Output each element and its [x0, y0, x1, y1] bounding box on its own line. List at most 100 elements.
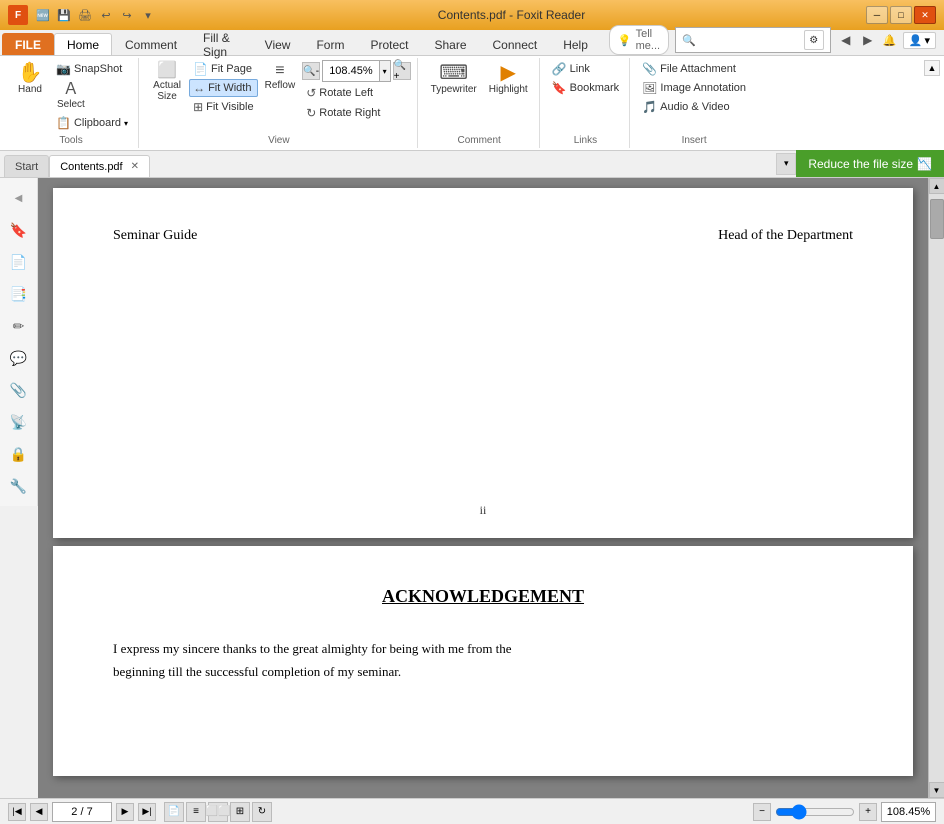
actual-size-btn[interactable]: ⬜ ActualSize	[147, 60, 187, 105]
select-btn[interactable]: Ａ Select	[52, 79, 90, 113]
fit-visible-btn[interactable]: ⊞ Fit Visible	[189, 98, 258, 116]
tab-form[interactable]: Form	[303, 33, 357, 55]
maximize-btn[interactable]: □	[890, 6, 912, 24]
hand-btn[interactable]: ✋ Hand	[10, 60, 50, 98]
search-settings-btn[interactable]: ⚙	[804, 30, 824, 50]
zoom-dropdown[interactable]: 108.45% ▾	[322, 60, 390, 82]
search-input[interactable]	[700, 34, 800, 46]
tab-start[interactable]: Start	[4, 155, 49, 177]
next-page-btn[interactable]: ▶	[116, 803, 134, 821]
scroll-thumb[interactable]	[930, 199, 944, 239]
audio-video-btn[interactable]: 🎵 Audio & Video	[638, 98, 750, 116]
fit-page-btn[interactable]: 📄 Fit Page	[189, 60, 258, 78]
last-page-btn[interactable]: ▶|	[138, 803, 156, 821]
snapshot-btn[interactable]: 📷 SnapShot	[52, 60, 132, 78]
tab-connect[interactable]: Connect	[480, 33, 551, 55]
tab-contents-pdf[interactable]: Contents.pdf ✕	[49, 155, 150, 177]
ribbon-collapse-area: ▲	[924, 58, 940, 148]
undo-btn[interactable]: ↩	[97, 6, 115, 24]
sidebar-layers-btn[interactable]: 📑	[5, 280, 33, 308]
tab-fill-sign[interactable]: Fill & Sign	[190, 33, 252, 55]
back-btn[interactable]: ◀	[837, 31, 855, 49]
new-btn[interactable]: 🆕	[34, 6, 52, 24]
zoom-slider[interactable]	[775, 804, 855, 820]
page-number-input[interactable]	[52, 802, 112, 822]
clipboard-arrow[interactable]: ▾	[124, 119, 128, 128]
file-attachment-btn[interactable]: 📎 File Attachment	[638, 60, 750, 78]
tell-me-box[interactable]: 💡 Tell me...	[609, 25, 669, 55]
user-btn[interactable]: 👤 ▾	[903, 32, 936, 49]
split-view-btn[interactable]: ⊞	[230, 802, 250, 822]
zoom-value-display[interactable]	[881, 802, 936, 822]
redo-btn[interactable]: ↪	[118, 6, 136, 24]
continuous-btn[interactable]: ≡	[186, 802, 206, 822]
tab-help[interactable]: Help	[550, 33, 601, 55]
typewriter-btn[interactable]: ⌨ Typewriter	[426, 60, 482, 98]
sidebar-pages-btn[interactable]: 📄	[5, 248, 33, 276]
tab-share[interactable]: Share	[421, 33, 479, 55]
sidebar-expand-btn[interactable]: ◀	[5, 184, 33, 212]
title-bar-left: F 🆕 💾 🖨 ↩ ↪ ▾	[8, 5, 157, 25]
single-page-btn[interactable]: 📄	[164, 802, 184, 822]
scroll-down-btn[interactable]: ▼	[929, 782, 944, 798]
save-btn[interactable]: 💾	[55, 6, 73, 24]
image-annotation-btn[interactable]: 🖼 Image Annotation	[638, 79, 750, 97]
first-page-btn[interactable]: |◀	[8, 803, 26, 821]
sidebar-attachments-btn[interactable]: 📎	[5, 376, 33, 404]
insert-content: 📎 File Attachment 🖼 Image Annotation 🎵 A…	[638, 60, 750, 146]
status-zoom-out-btn[interactable]: −	[753, 803, 771, 821]
tab-dropdown-btn[interactable]: ▾	[776, 153, 796, 175]
group-insert: 📎 File Attachment 🖼 Image Annotation 🎵 A…	[632, 58, 756, 148]
file-attachment-label: File Attachment	[660, 63, 736, 75]
scroll-up-btn[interactable]: ▲	[929, 178, 944, 194]
tab-file[interactable]: FILE	[2, 33, 54, 55]
reflow-label: Reflow	[265, 80, 296, 91]
reflow-btn[interactable]: ≡ Reflow	[260, 60, 301, 94]
group-comment: ⌨ Typewriter ▶ Highlight Comment	[420, 58, 540, 148]
sidebar-annotations-btn[interactable]: ✏	[5, 312, 33, 340]
rotate-right-btn[interactable]: ↻ Rotate Right	[302, 104, 410, 122]
status-zoom-in-btn[interactable]: +	[859, 803, 877, 821]
collapse-ribbon-btn[interactable]: ▲	[924, 60, 940, 76]
bell-icon[interactable]: 🔔	[881, 31, 899, 49]
highlight-btn[interactable]: ▶ Highlight	[484, 60, 533, 98]
rotate-btn[interactable]: ↻	[252, 802, 272, 822]
fit-width-btn[interactable]: ↔ Fit Width	[189, 79, 258, 97]
print-btn[interactable]: 🖨	[76, 6, 94, 24]
tab-comment[interactable]: Comment	[112, 33, 190, 55]
view-group-label: View	[141, 135, 417, 146]
reduce-file-size-btn[interactable]: Reduce the file size 📉	[796, 150, 944, 177]
link-label: Link	[570, 63, 590, 75]
group-view: ⬜ ActualSize 📄 Fit Page ↔ Fit Width ⊞ Fi…	[141, 58, 418, 148]
sidebar-comments-btn[interactable]: 💬	[5, 344, 33, 372]
bookmark-btn[interactable]: 🔖 Bookmark	[548, 79, 623, 97]
select-icon: Ａ	[63, 82, 79, 98]
zoom-in-btn[interactable]: 🔍+	[393, 62, 411, 80]
zoom-out-btn[interactable]: 🔍-	[302, 62, 320, 80]
link-btn[interactable]: 🔗 Link	[548, 60, 623, 78]
scroll-track[interactable]	[929, 194, 944, 782]
fit-page-icon: 📄	[193, 62, 208, 76]
highlight-icon: ▶	[501, 63, 516, 83]
facing-btn[interactable]: ⬜⬜	[208, 802, 228, 822]
tab-close-btn[interactable]: ✕	[131, 161, 139, 172]
sidebar-bookmarks-btn[interactable]: 🔖	[5, 216, 33, 244]
tab-view[interactable]: View	[252, 33, 304, 55]
tab-home[interactable]: Home	[54, 33, 112, 55]
close-btn[interactable]: ✕	[914, 6, 936, 24]
forward-btn[interactable]: ▶	[859, 31, 877, 49]
prev-page-btn[interactable]: ◀	[30, 803, 48, 821]
sidebar-destinations-btn[interactable]: 📡	[5, 408, 33, 436]
customize-btn[interactable]: ▾	[139, 6, 157, 24]
tab-protect[interactable]: Protect	[357, 33, 421, 55]
zoom-dropdown-arrow[interactable]: ▾	[379, 61, 390, 81]
minimize-btn[interactable]: ─	[866, 6, 888, 24]
fit-width-label: Fit Width	[208, 82, 251, 94]
vertical-scrollbar[interactable]: ▲ ▼	[928, 178, 944, 798]
rotate-left-btn[interactable]: ↺ Rotate Left	[302, 84, 410, 102]
sidebar-security-btn[interactable]: 🔒	[5, 440, 33, 468]
clipboard-btn[interactable]: 📋 Clipboard ▾	[52, 114, 132, 132]
pdf-viewer[interactable]: Seminar Guide Head of the Department ii …	[38, 178, 928, 798]
search-box[interactable]: 🔍 ⚙	[675, 27, 831, 53]
sidebar-tools-btn[interactable]: 🔧	[5, 472, 33, 500]
